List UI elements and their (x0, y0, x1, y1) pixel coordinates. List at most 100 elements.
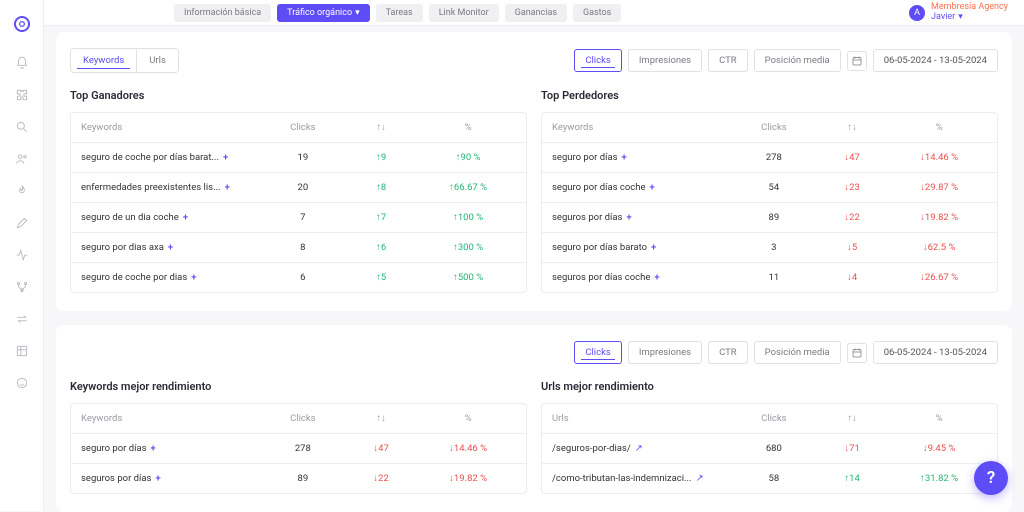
metric-tab-clicks-2[interactable]: Clicks (574, 341, 622, 364)
flame-icon[interactable] (15, 184, 29, 198)
expand-icon[interactable]: + (223, 152, 228, 163)
external-link-icon[interactable]: ↗ (696, 473, 704, 484)
table-row[interactable]: /seguros-por-dias/ ↗680↓71↓9.45 % (542, 434, 997, 464)
cell-label: seguro de coche por días barat... + (81, 152, 264, 163)
cell-delta: ↓5 (813, 242, 891, 253)
logo[interactable] (14, 16, 30, 32)
table-row[interactable]: seguro por días +278↓47↓14.46 % (542, 143, 997, 173)
cell-clicks: 3 (735, 242, 813, 253)
table-row[interactable]: seguros por días +89↓22↓19.82 % (542, 203, 997, 233)
expand-icon[interactable]: + (155, 473, 160, 484)
url-best-col: Urls mejor rendimiento UrlsClicks↑↓%/seg… (541, 380, 998, 494)
cell-delta: ↑14 (813, 473, 891, 484)
table-row[interactable]: seguro por días barato +3↓5↓62.5 % (542, 233, 997, 263)
expand-icon[interactable]: + (650, 182, 655, 193)
metric-tab-clicks[interactable]: Clicks (574, 49, 622, 72)
cell-clicks: 19 (264, 152, 342, 163)
panel-toolbar-2: Clicks Impresiones CTR Posición media 06… (70, 341, 998, 364)
cell-delta: ↓23 (813, 182, 891, 193)
winners-title: Top Ganadores (70, 89, 527, 102)
cell-pct: ↑90 % (420, 152, 516, 163)
expand-icon[interactable]: + (191, 272, 196, 283)
cell-clicks: 278 (735, 152, 813, 163)
th-delta: ↑↓ (342, 122, 420, 133)
th-pct: % (891, 413, 987, 424)
cell-clicks: 89 (735, 212, 813, 223)
metric-tab-impressions-2[interactable]: Impresiones (628, 341, 702, 364)
th-clicks: Clicks (735, 413, 813, 424)
table-row[interactable]: seguro de un dia coche +7↑7↑100 % (71, 203, 526, 233)
chevron-down-icon: ▾ (958, 13, 963, 23)
cell-pct: ↓14.46 % (891, 152, 987, 163)
cell-clicks: 8 (264, 242, 342, 253)
tab-link-monitor[interactable]: Link Monitor (429, 4, 499, 22)
bell-icon[interactable] (15, 56, 29, 70)
calendar-icon (847, 51, 867, 71)
cell-pct: ↑300 % (420, 242, 516, 253)
table-row[interactable]: seguros por días coche +11↓4↓26.67 % (542, 263, 997, 292)
date-range-picker-2[interactable]: 06-05-2024 - 13-05-2024 (847, 341, 998, 364)
sidebar (0, 0, 44, 511)
table-row[interactable]: /como-tributan-las-indemnizaci... ↗58↑14… (542, 464, 997, 493)
activity-icon[interactable] (15, 248, 29, 262)
cell-delta: ↑9 (342, 152, 420, 163)
subtab-urls[interactable]: Urls (137, 49, 178, 72)
kw-best-title: Keywords mejor rendimiento (70, 380, 527, 393)
tab-basic-info[interactable]: Información básica (174, 4, 271, 22)
cell-clicks: 6 (264, 272, 342, 283)
expand-icon[interactable]: + (225, 182, 230, 193)
tab-expenses[interactable]: Gastos (573, 4, 621, 22)
table-row[interactable]: seguro de coche por días barat... +19↑9↑… (71, 143, 526, 173)
date-range-label: 06-05-2024 - 13-05-2024 (873, 49, 998, 72)
expand-icon[interactable]: + (168, 242, 173, 253)
top-header: Información básica Tráfico orgánico ▾ Ta… (44, 0, 1024, 26)
table-row[interactable]: seguro de coche por dias +6↑5↑500 % (71, 263, 526, 292)
metric-tab-impressions[interactable]: Impresiones (628, 49, 702, 72)
th-label: Keywords (81, 122, 264, 133)
cell-pct: ↓26.67 % (891, 272, 987, 283)
losers-table: KeywordsClicks↑↓%seguro por días +278↓47… (541, 112, 998, 293)
metric-tab-ctr-2[interactable]: CTR (708, 341, 748, 364)
th-clicks: Clicks (735, 122, 813, 133)
expand-icon[interactable]: + (151, 443, 156, 454)
table-row[interactable]: seguro por dias axa +8↑6↑300 % (71, 233, 526, 263)
user-menu[interactable]: A Membresía Agency Javier▾ (909, 3, 1008, 23)
tab-tasks[interactable]: Tareas (376, 4, 423, 22)
expand-icon[interactable]: + (651, 242, 656, 253)
search-icon[interactable] (15, 120, 29, 134)
expand-icon[interactable]: + (626, 212, 631, 223)
grid-icon[interactable] (15, 344, 29, 358)
expand-icon[interactable]: + (654, 272, 659, 283)
branch-icon[interactable] (15, 280, 29, 294)
cell-delta: ↓4 (813, 272, 891, 283)
metric-tab-avg-position[interactable]: Posición media (754, 49, 841, 72)
cell-clicks: 11 (735, 272, 813, 283)
help-fab[interactable]: ? (974, 461, 1008, 495)
cell-delta: ↓22 (813, 212, 891, 223)
tab-earnings[interactable]: Ganancias (505, 4, 567, 22)
metric-tab-avg-position-2[interactable]: Posición media (754, 341, 841, 364)
pencil-icon[interactable] (15, 216, 29, 230)
table-row[interactable]: seguro por días coche +54↓23↓29.87 % (542, 173, 997, 203)
table-row[interactable]: seguros por días +89↓22↓19.82 % (71, 464, 526, 493)
external-link-icon[interactable]: ↗ (635, 443, 643, 454)
cell-clicks: 680 (735, 443, 813, 454)
swap-icon[interactable] (15, 312, 29, 326)
expand-icon[interactable]: + (183, 212, 188, 223)
tab-organic-traffic[interactable]: Tráfico orgánico ▾ (277, 4, 369, 22)
kw-best-table: KeywordsClicks↑↓%seguro por días +278↓47… (70, 403, 527, 494)
cell-label: seguros por días + (81, 473, 264, 484)
cell-label: seguro de un dia coche + (81, 212, 264, 223)
metric-tabs: Clicks Impresiones CTR Posición media 06… (574, 49, 998, 72)
users-icon[interactable] (15, 152, 29, 166)
smile-icon[interactable] (15, 376, 29, 390)
user-name: Javier▾ (931, 13, 1008, 23)
table-row[interactable]: seguro por días +278↓47↓14.46 % (71, 434, 526, 464)
url-best-table: UrlsClicks↑↓%/seguros-por-dias/ ↗680↓71↓… (541, 403, 998, 494)
puzzle-icon[interactable] (15, 88, 29, 102)
metric-tab-ctr[interactable]: CTR (708, 49, 748, 72)
date-range-picker[interactable]: 06-05-2024 - 13-05-2024 (847, 49, 998, 72)
table-row[interactable]: enfermedades preexistentes lis... +20↑8↑… (71, 173, 526, 203)
expand-icon[interactable]: + (622, 152, 627, 163)
subtab-keywords[interactable]: Keywords (71, 49, 137, 72)
